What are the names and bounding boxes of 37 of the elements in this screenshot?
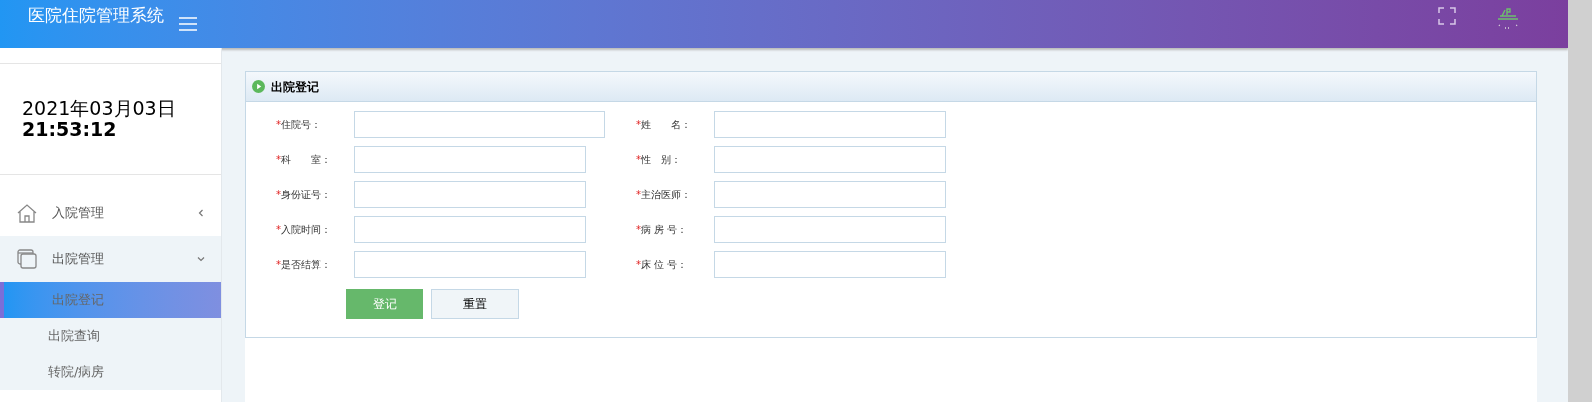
field-label: *主治医师： bbox=[636, 188, 692, 202]
field-label: *姓 名： bbox=[636, 118, 692, 132]
date-text: 2021年03月03日 bbox=[22, 98, 177, 119]
chevron-left-icon bbox=[197, 209, 205, 217]
input-field[interactable] bbox=[714, 111, 946, 138]
input-field[interactable] bbox=[714, 146, 946, 173]
app-title: 医院住院管理系统 bbox=[28, 4, 164, 28]
menu-item[interactable]: 出院管理 bbox=[0, 236, 221, 282]
bed-icon[interactable] bbox=[1496, 5, 1520, 29]
input-field[interactable] bbox=[354, 146, 586, 173]
panel-title: 出院登记 bbox=[271, 78, 319, 96]
field-label: *身份证号： bbox=[276, 188, 332, 202]
chevron-down-icon bbox=[197, 255, 205, 263]
play-icon bbox=[252, 80, 265, 93]
field-label: *是否结算： bbox=[276, 258, 332, 272]
time-text: 21:53:12 bbox=[22, 119, 118, 140]
input-field[interactable] bbox=[714, 216, 946, 243]
field-label: *床 位 号： bbox=[636, 258, 689, 272]
input-field[interactable] bbox=[354, 181, 586, 208]
input-field[interactable] bbox=[714, 251, 946, 278]
submenu-item[interactable]: 转院/病房 bbox=[0, 354, 221, 390]
scrollbar[interactable] bbox=[1568, 0, 1592, 402]
input-field[interactable] bbox=[354, 216, 586, 243]
field-label: *入院时间： bbox=[276, 223, 332, 237]
input-field[interactable] bbox=[354, 111, 605, 138]
field-label: *性 别： bbox=[636, 153, 682, 167]
field-label: *科 室： bbox=[276, 153, 332, 167]
field-label: *住院号： bbox=[276, 118, 322, 132]
home-icon bbox=[16, 202, 38, 224]
input-field[interactable] bbox=[714, 181, 946, 208]
menu-icon[interactable] bbox=[179, 17, 197, 31]
input-field[interactable] bbox=[354, 251, 586, 278]
reset-button[interactable]: 重置 bbox=[431, 289, 519, 319]
submenu-item[interactable]: 出院查询 bbox=[0, 318, 221, 354]
fullscreen-icon[interactable] bbox=[1438, 7, 1456, 25]
window-icon bbox=[16, 248, 38, 270]
field-label: *病 房 号： bbox=[636, 223, 689, 237]
